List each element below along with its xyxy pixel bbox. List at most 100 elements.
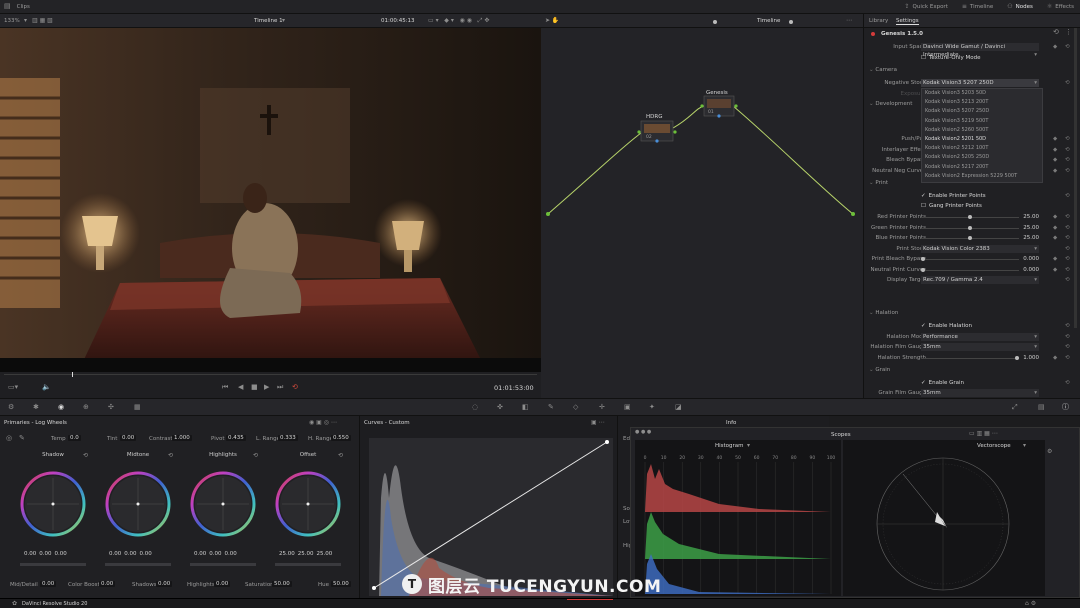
node-options-icon[interactable]: ⋯: [846, 17, 852, 24]
topbar-effects[interactable]: ⚛ Effects: [1047, 3, 1074, 10]
temp-value[interactable]: 0.0: [68, 435, 81, 441]
motion-effects-icon[interactable]: ▦: [134, 404, 141, 411]
node-timeline-label[interactable]: Timeline: [757, 18, 780, 24]
reset-icon[interactable]: ⟲: [1065, 246, 1070, 252]
video-viewer[interactable]: [0, 28, 541, 372]
viewer-options-icon[interactable]: ▭ ▾ ◆ ▾ ◉ ◉ ⤢ ✥: [428, 17, 489, 24]
blur-icon[interactable]: ✦: [649, 404, 655, 411]
auto-balance-icon[interactable]: ◎: [6, 435, 12, 442]
wheel-value[interactable]: 0.00: [24, 551, 36, 557]
reset-icon[interactable]: ⟲: [83, 452, 88, 459]
enable-grain-checkbox[interactable]: ✓: [921, 380, 926, 386]
skip-start-icon[interactable]: ⏮: [222, 384, 228, 391]
hue-value[interactable]: 50.00: [331, 581, 351, 587]
input-space-dropdown[interactable]: Davinci Wide Gamut / Davinci Intermediat…: [921, 43, 1039, 59]
saturation-value[interactable]: 50.00: [272, 581, 292, 587]
gang-printer-points-checkbox[interactable]: ☐: [921, 203, 926, 209]
skip-end-icon[interactable]: ⏭: [277, 384, 283, 391]
magic-mask-icon[interactable]: ▣: [624, 404, 631, 411]
keyframe-icon[interactable]: ◆: [1053, 147, 1057, 153]
wheel-master-slider[interactable]: [105, 563, 171, 566]
tab-library[interactable]: Library: [869, 18, 888, 24]
tint-value[interactable]: 0.00: [120, 435, 137, 441]
section-halation[interactable]: Halation: [869, 310, 898, 316]
reset-icon[interactable]: ⟲: [1065, 44, 1070, 50]
info-icon[interactable]: ⓘ: [1062, 404, 1069, 411]
histogram-label[interactable]: Histogram: [715, 443, 744, 449]
wheel-value[interactable]: 0.00: [140, 551, 152, 557]
keyframe-icon[interactable]: ◆: [1053, 225, 1057, 231]
reset-icon[interactable]: ⟲: [1065, 147, 1070, 153]
stop-icon[interactable]: ■: [251, 384, 258, 391]
window-icon[interactable]: ◇: [573, 404, 578, 411]
enable-printer-points-checkbox[interactable]: ✓: [921, 193, 926, 199]
reset-icon[interactable]: ⟲: [1065, 380, 1070, 386]
zoom-chevron-icon[interactable]: ▾: [24, 17, 27, 24]
view-mode-icon[interactable]: ▥ ▦ ▧: [32, 17, 53, 24]
keyframe-icon[interactable]: ◆: [1053, 157, 1057, 163]
timeline-chevron-icon[interactable]: ▾: [282, 17, 285, 24]
curves-options-icon[interactable]: ▣ ⋯: [591, 419, 605, 426]
negative-stock-option[interactable]: Kodak Vision3 5203 50D: [922, 89, 1042, 98]
wheel-value[interactable]: 0.00: [109, 551, 121, 557]
camera-raw-icon[interactable]: ⚙: [8, 404, 14, 411]
wheel-value[interactable]: 0.00: [225, 551, 237, 557]
qualifier-icon[interactable]: ✎: [548, 404, 554, 411]
wheel-master-slider[interactable]: [275, 563, 341, 566]
picker-icon[interactable]: ✎: [19, 435, 25, 442]
scrub-bar[interactable]: [4, 374, 537, 375]
play-icon[interactable]: ▶: [264, 384, 269, 391]
keyframe-icon[interactable]: ◆: [1053, 355, 1057, 361]
color-boost-value[interactable]: 0.00: [99, 581, 116, 587]
mid-detail-value[interactable]: 0.00: [40, 581, 57, 587]
tab-settings[interactable]: Settings: [896, 18, 919, 25]
reset-icon[interactable]: ⟲: [1065, 323, 1070, 329]
scopes-layout-icon[interactable]: ▭ ▥ ▦ ⋯: [969, 430, 998, 437]
color-wheel[interactable]: [10, 464, 96, 550]
topbar-nodes[interactable]: ⚇ Nodes: [1007, 3, 1033, 10]
reset-icon[interactable]: ⟲: [1065, 225, 1070, 231]
wheel-value[interactable]: 0.00: [55, 551, 67, 557]
section-development[interactable]: Development: [869, 101, 912, 107]
primaries-mode-icon[interactable]: ◉ ▣ ◎ ⋯: [309, 419, 337, 426]
wheel-master-slider[interactable]: [20, 563, 86, 566]
negative-stock-dropdown[interactable]: Kodak Vision3 5207 250D: [921, 79, 1039, 87]
grain-gauge-dropdown[interactable]: 35mm: [921, 389, 1039, 397]
reset-icon[interactable]: ⟲: [1065, 277, 1070, 283]
keyframe-icon[interactable]: ◆: [1053, 256, 1057, 262]
keyframe-icon[interactable]: ◆: [1053, 168, 1057, 174]
node-editor[interactable]: HDRG Genesis 02 01: [541, 28, 863, 398]
3d-icon[interactable]: ▤: [1038, 404, 1045, 411]
wheel-value[interactable]: 0.00: [124, 551, 136, 557]
tracker-icon[interactable]: ✛: [599, 404, 605, 411]
texture-only-checkbox[interactable]: ☐: [921, 55, 926, 61]
negative-stock-option[interactable]: Kodak Vision2 5201 50D: [922, 135, 1042, 144]
step-back-icon[interactable]: ◀: [238, 384, 243, 391]
reset-icon[interactable]: ⟲: [253, 452, 258, 459]
scope-settings-icon[interactable]: ⚙: [1047, 448, 1052, 455]
color-wheel[interactable]: [265, 464, 351, 550]
reset-icon[interactable]: ⟲: [1065, 267, 1070, 273]
histogram-chevron-icon[interactable]: ▾: [747, 442, 750, 449]
timeline-name[interactable]: Timeline 1: [254, 18, 283, 24]
halation-strength-slider[interactable]: [921, 355, 1019, 360]
negative-stock-option[interactable]: Kodak Vision2 Expression 5229 500T: [922, 172, 1042, 181]
color-wheel[interactable]: [180, 464, 266, 550]
halation-gauge-dropdown[interactable]: 35mm: [921, 343, 1039, 351]
node-genesis-label[interactable]: Genesis: [706, 90, 728, 96]
keyframe-icon[interactable]: ◆: [1053, 214, 1057, 220]
wheel-value[interactable]: 25.00: [279, 551, 295, 557]
reset-icon[interactable]: ⟲: [1065, 80, 1070, 86]
color-match-icon[interactable]: ✱: [33, 404, 39, 411]
reset-icon[interactable]: ⟲: [1065, 168, 1070, 174]
hrange-value[interactable]: 0.550: [331, 435, 351, 441]
wheel-value[interactable]: 25.00: [317, 551, 333, 557]
zoom-level[interactable]: 133%: [4, 18, 20, 24]
project-settings-icon[interactable]: ⌂ ⚙: [1025, 600, 1036, 607]
qualifier-tool-icon[interactable]: ◧: [522, 404, 529, 411]
wheel-value[interactable]: 25.00: [298, 551, 314, 557]
wheel-value[interactable]: 0.00: [209, 551, 221, 557]
reset-icon[interactable]: ⟲: [1065, 214, 1070, 220]
contrast-value[interactable]: 1.000: [172, 435, 192, 441]
sizing-icon[interactable]: ⤢: [1012, 404, 1018, 411]
